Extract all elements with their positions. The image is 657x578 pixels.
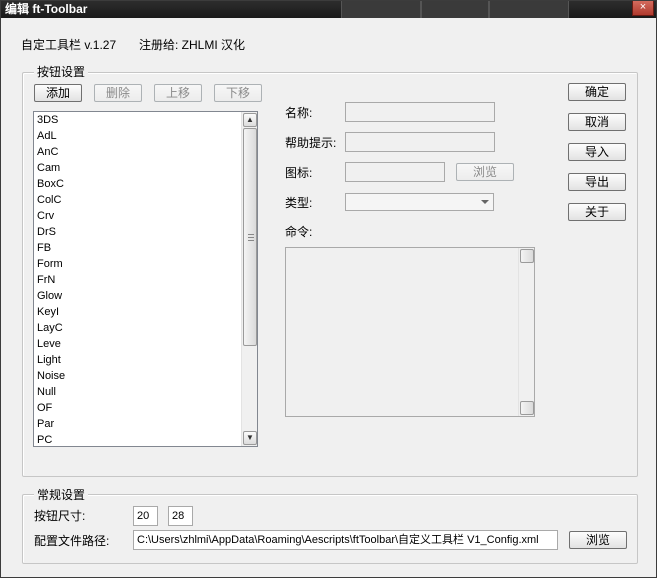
cancel-button[interactable]: 取消 bbox=[568, 113, 626, 131]
list-item[interactable]: 3DS bbox=[34, 112, 242, 128]
dialog-window: 编辑 ft-Toolbar × 自定工具栏 v.1.27 注册给: ZHLMI … bbox=[0, 0, 657, 578]
scroll-down-icon[interactable]: ▼ bbox=[243, 431, 257, 445]
general-settings-title: 常规设置 bbox=[34, 488, 89, 502]
button-height-input[interactable]: 28 bbox=[168, 506, 193, 526]
about-button[interactable]: 关于 bbox=[568, 203, 626, 221]
close-button[interactable]: × bbox=[632, 1, 654, 16]
browse-config-button[interactable]: 浏览 bbox=[569, 531, 627, 549]
tooltip-label: 帮助提示: bbox=[285, 136, 337, 150]
icon-label: 图标: bbox=[285, 166, 313, 180]
ok-button[interactable]: 确定 bbox=[568, 83, 626, 101]
list-scrollbar[interactable]: ▲ ▼ bbox=[241, 112, 257, 446]
button-settings-title: 按钮设置 bbox=[34, 65, 89, 79]
list-item[interactable]: LayC bbox=[34, 320, 242, 336]
list-item[interactable]: KeyI bbox=[34, 304, 242, 320]
button-width-input[interactable]: 20 bbox=[133, 506, 158, 526]
list-item[interactable]: Leve bbox=[34, 336, 242, 352]
add-button[interactable]: 添加 bbox=[34, 84, 82, 102]
command-scroll-up[interactable] bbox=[520, 249, 534, 263]
tooltip-input[interactable] bbox=[345, 132, 495, 152]
list-item[interactable]: FrN bbox=[34, 272, 242, 288]
list-item[interactable]: Glow bbox=[34, 288, 242, 304]
list-item[interactable]: Cam bbox=[34, 160, 242, 176]
list-item[interactable]: Noise bbox=[34, 368, 242, 384]
list-item[interactable]: AdL bbox=[34, 128, 242, 144]
scroll-thumb[interactable] bbox=[243, 128, 257, 346]
list-item[interactable]: Light bbox=[34, 352, 242, 368]
list-item[interactable]: Par bbox=[34, 416, 242, 432]
button-size-label: 按钮尺寸: bbox=[34, 509, 86, 523]
button-list-items: 3DS AdL AnC Cam BoxC ColC Crv DrS FB Form FrN Glow K… bbox=[34, 112, 242, 446]
type-select[interactable] bbox=[345, 193, 494, 211]
icon-input[interactable] bbox=[345, 162, 445, 182]
config-path-label: 配置文件路径: bbox=[34, 534, 110, 548]
import-button[interactable]: 导入 bbox=[568, 143, 626, 161]
browse-icon-button[interactable]: 浏览 bbox=[456, 163, 514, 181]
list-item[interactable]: Null bbox=[34, 384, 242, 400]
window-title: 编辑 ft-Toolbar bbox=[5, 2, 88, 16]
delete-button[interactable]: 删除 bbox=[94, 84, 142, 102]
general-settings-group bbox=[22, 494, 638, 564]
list-item[interactable]: OF bbox=[34, 400, 242, 416]
move-down-button[interactable]: 下移 bbox=[214, 84, 262, 102]
button-list[interactable]: 3DS AdL AnC Cam BoxC ColC Crv DrS FB Form FrN Glow K… bbox=[33, 111, 258, 447]
command-scrollbar[interactable] bbox=[518, 248, 534, 416]
titlebar-decoration bbox=[489, 1, 569, 18]
list-item[interactable]: Form bbox=[34, 256, 242, 272]
list-item[interactable]: AnC bbox=[34, 144, 242, 160]
name-input[interactable] bbox=[345, 102, 495, 122]
list-item[interactable]: Crv bbox=[34, 208, 242, 224]
type-label: 类型: bbox=[285, 196, 313, 210]
command-textarea[interactable] bbox=[285, 247, 535, 417]
chevron-down-icon bbox=[481, 200, 489, 204]
list-item[interactable]: DrS bbox=[34, 224, 242, 240]
command-label: 命令: bbox=[285, 225, 313, 239]
list-item[interactable]: PC bbox=[34, 432, 242, 446]
command-scroll-down[interactable] bbox=[520, 401, 534, 415]
list-item[interactable]: FB bbox=[34, 240, 242, 256]
name-label: 名称: bbox=[285, 106, 313, 120]
app-version-label: 自定工具栏 v.1.27 bbox=[21, 38, 117, 52]
export-button[interactable]: 导出 bbox=[568, 173, 626, 191]
list-item[interactable]: BoxC bbox=[34, 176, 242, 192]
titlebar-decoration bbox=[421, 1, 489, 18]
config-path-input[interactable]: C:\Users\zhlmi\AppData\Roaming\Aescripts… bbox=[133, 530, 558, 550]
titlebar-decoration bbox=[341, 1, 421, 18]
registered-to-label: 注册给: ZHLMI 汉化 bbox=[139, 38, 246, 52]
scroll-up-icon[interactable]: ▲ bbox=[243, 113, 257, 127]
move-up-button[interactable]: 上移 bbox=[154, 84, 202, 102]
list-item[interactable]: ColC bbox=[34, 192, 242, 208]
close-icon: × bbox=[639, 1, 647, 13]
